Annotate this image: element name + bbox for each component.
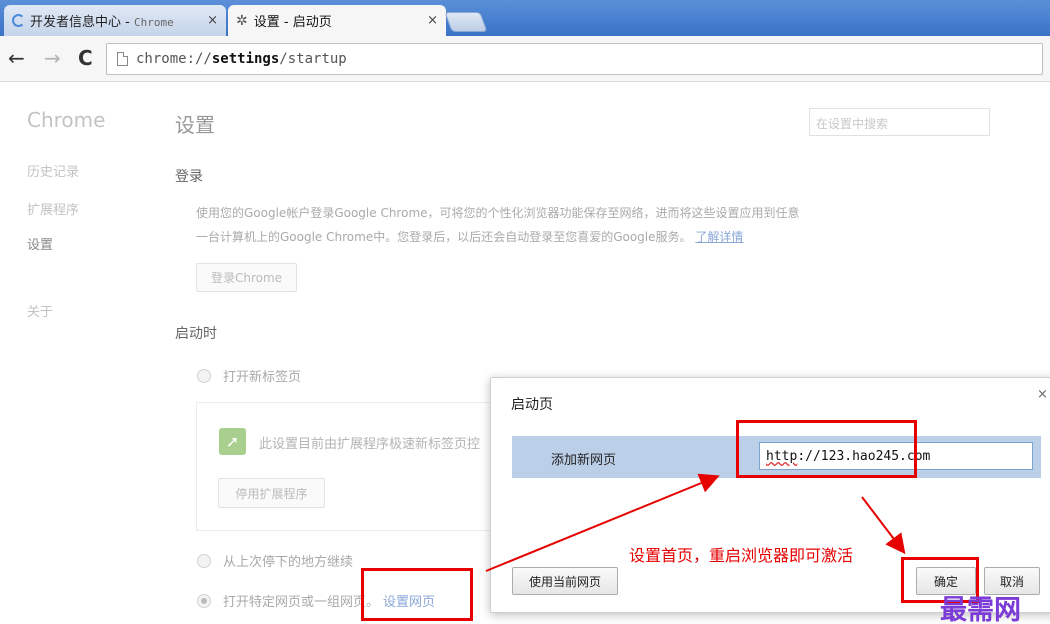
tab-close-icon[interactable]: × bbox=[207, 13, 218, 28]
sidebar-item-extensions[interactable]: 扩展程序 bbox=[27, 199, 79, 218]
add-new-page-label: 添加新网页 bbox=[551, 453, 617, 468]
radio-button[interactable] bbox=[197, 368, 211, 383]
dialog-title: 启动页 bbox=[511, 397, 553, 413]
extension-puzzle-icon: ➚ bbox=[219, 428, 246, 455]
tab-close-icon[interactable]: × bbox=[427, 13, 438, 28]
browser-toolbar: ← → C chrome://settings/startup bbox=[0, 36, 1050, 82]
signin-description: 使用您的Google帐户登录Google Chrome，可将您的个性化浏览器功能… bbox=[196, 206, 800, 244]
disable-extension-button[interactable]: 停用扩展程序 bbox=[218, 478, 325, 508]
tab-developer-center[interactable]: 开发者信息中心 - Chrome × bbox=[4, 5, 226, 36]
highlight-set-pages-box bbox=[361, 568, 473, 621]
url-host: settings bbox=[211, 51, 280, 67]
watermark-logo: 最需网 bbox=[940, 595, 1021, 624]
startup-heading: 启动时 bbox=[175, 326, 217, 342]
page-icon bbox=[117, 52, 128, 66]
back-arrow-icon[interactable]: ← bbox=[8, 48, 25, 68]
extension-notice-text: 此设置目前由扩展程序极速新标签页控 bbox=[259, 437, 481, 452]
reload-icon[interactable]: C bbox=[78, 48, 93, 68]
tab-strip: 开发者信息中心 - Chrome × ✲ 设置 - 启动页 × bbox=[0, 0, 1050, 36]
forward-arrow-icon[interactable]: → bbox=[44, 48, 61, 68]
sidebar-item-history[interactable]: 历史记录 bbox=[27, 161, 79, 180]
dialog-close-icon[interactable]: × bbox=[1037, 387, 1048, 402]
learn-more-link[interactable]: 了解详情 bbox=[695, 230, 743, 244]
tab-settings-startup[interactable]: ✲ 设置 - 启动页 × bbox=[228, 5, 446, 36]
sidebar-item-settings[interactable]: 设置 bbox=[27, 234, 53, 253]
settings-search-input[interactable]: 在设置中搜索 bbox=[809, 108, 990, 136]
highlight-url-box bbox=[736, 420, 917, 478]
radio-button-selected[interactable] bbox=[197, 593, 211, 608]
radio-button[interactable] bbox=[197, 553, 211, 568]
address-bar[interactable]: chrome://settings/startup bbox=[106, 43, 1043, 75]
use-current-pages-button[interactable]: 使用当前网页 bbox=[512, 567, 618, 595]
url-prefix: chrome:// bbox=[136, 51, 212, 67]
annotation-text: 设置首页，重启浏览器即可激活 bbox=[629, 546, 854, 565]
signin-heading: 登录 bbox=[175, 169, 203, 185]
new-tab-button[interactable] bbox=[444, 12, 488, 32]
sidebar-item-about[interactable]: 关于 bbox=[27, 301, 53, 320]
signin-chrome-button[interactable]: 登录Chrome bbox=[196, 263, 297, 292]
gear-icon: ✲ bbox=[236, 12, 248, 29]
radio-continue[interactable]: 从上次停下的地方继续 bbox=[197, 551, 353, 570]
page-title: 设置 bbox=[175, 113, 215, 137]
url-path: /startup bbox=[279, 51, 347, 67]
tab-title: 设置 - 启动页 bbox=[253, 15, 332, 30]
sidebar-brand: Chrome bbox=[27, 108, 106, 132]
loading-spinner-icon bbox=[12, 14, 25, 27]
radio-open-newtab[interactable]: 打开新标签页 bbox=[197, 366, 301, 385]
extension-notice-box: ➚ 此设置目前由扩展程序极速新标签页控 停用扩展程序 bbox=[196, 402, 516, 531]
tab-title: 开发者信息中心 - Chrome bbox=[30, 15, 174, 30]
